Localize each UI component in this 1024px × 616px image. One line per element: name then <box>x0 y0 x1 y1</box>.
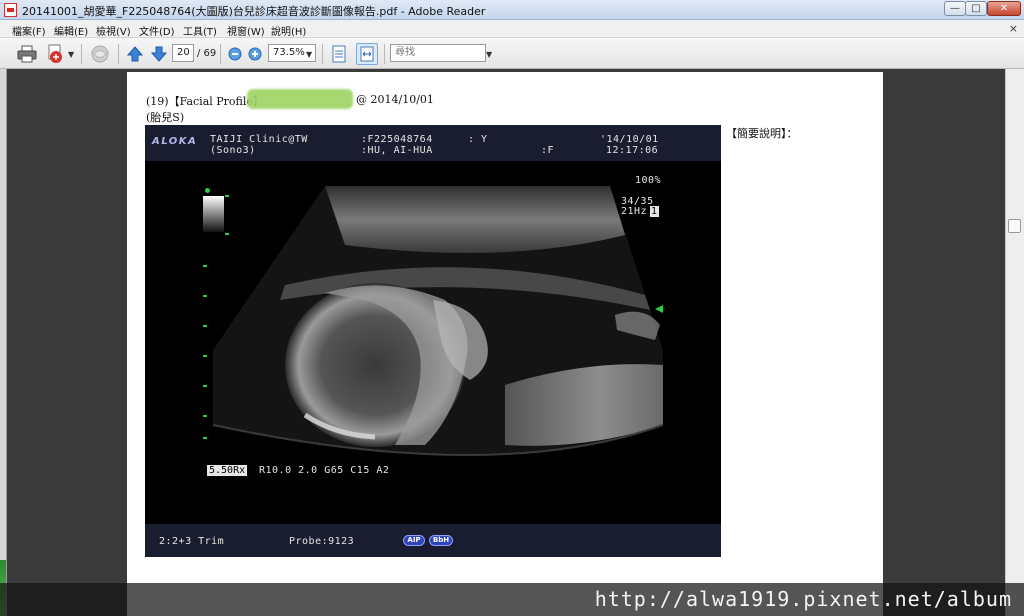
trim-setting: 2:2+3 Trim <box>159 536 225 547</box>
aip-badge: AIP <box>403 535 425 546</box>
title-bar: 20141001_胡愛華_F225048764(大圖版)台兒診床超音波診斷圖像報… <box>0 0 1024 20</box>
ultrasound-scan-sector <box>212 186 664 456</box>
menu-view[interactable]: 檢視(V) <box>96 23 131 38</box>
print-icon[interactable] <box>17 45 37 63</box>
search-dropdown-icon[interactable]: ▼ <box>486 50 492 59</box>
fit-width-icon <box>360 46 374 62</box>
toolbar-separator <box>322 44 323 64</box>
summary-label: 【簡要說明】： <box>726 127 798 140</box>
zoom-out-icon[interactable] <box>228 47 242 61</box>
menu-bar: 檔案(F) 編輯(E) 檢視(V) 文件(D) 工具(T) 視窗(W) 說明(H… <box>0 20 1024 38</box>
menu-window[interactable]: 視窗(W) <box>227 23 265 38</box>
search-input[interactable]: 尋找 <box>390 44 486 62</box>
toolbar-separator <box>220 44 221 64</box>
zoom-dropdown-icon[interactable]: ▼ <box>306 50 312 59</box>
bbh-badge: BbH <box>429 535 453 546</box>
create-pdf-icon[interactable] <box>46 44 66 64</box>
pdf-file-icon <box>4 3 17 17</box>
page-total: / 69 <box>197 48 217 59</box>
menu-document[interactable]: 文件(D) <box>139 23 175 38</box>
scale-tick <box>225 233 229 235</box>
scale-tick <box>203 437 207 439</box>
redacted-name <box>247 89 353 109</box>
focus-marker-icon <box>205 188 210 193</box>
previous-page-icon[interactable] <box>126 45 144 63</box>
orientation-marker-icon <box>655 305 663 313</box>
maximize-button[interactable]: □ <box>965 1 987 16</box>
page-number-input[interactable]: 20 <box>172 44 194 62</box>
fit-page-icon[interactable] <box>330 44 348 64</box>
scale-tick <box>203 415 207 417</box>
scale-tick <box>203 265 207 267</box>
scale-tick <box>203 355 207 357</box>
menu-edit[interactable]: 編輯(E) <box>54 23 88 38</box>
zoom-in-icon[interactable] <box>248 47 262 61</box>
create-pdf-dropdown-icon[interactable]: ▼ <box>68 50 74 59</box>
document-close-icon[interactable]: × <box>1009 22 1018 35</box>
menu-file[interactable]: 檔案(F) <box>12 23 46 38</box>
zoom-level-value: 73.5% <box>273 47 305 58</box>
close-button[interactable]: ✕ <box>987 1 1021 16</box>
watermark-bar: http://alwa1919.pixnet.net/album <box>0 583 1024 616</box>
menu-tools[interactable]: 工具(T) <box>183 23 217 38</box>
search-placeholder: 尋找 <box>395 47 415 58</box>
toolbar: ▼ 20 / 69 73.5% ▼ 尋找 ▼ <box>0 38 1024 69</box>
scrollbar-thumb[interactable] <box>1008 219 1021 233</box>
fit-width-button[interactable] <box>356 43 378 65</box>
menu-help[interactable]: 說明(H) <box>271 23 306 38</box>
scan-parameters: R10.0 2.0 G65 C15 A2 <box>259 465 390 476</box>
watermark-url: http://alwa1919.pixnet.net/album <box>594 587 1012 611</box>
toolbar-separator <box>384 44 385 64</box>
scale-tick <box>203 325 207 327</box>
toolbar-separator <box>118 44 119 64</box>
minimize-button[interactable]: — <box>944 1 966 16</box>
navigation-pane-edge[interactable] <box>0 69 7 616</box>
scale-tick <box>225 195 229 197</box>
gain-percent: 100% <box>635 175 662 186</box>
report-date: @ 2014/10/01 <box>356 93 434 106</box>
vertical-scrollbar[interactable] <box>1005 69 1024 616</box>
depth-value: 5.50Rx <box>207 465 248 476</box>
scale-tick <box>203 295 207 297</box>
window-title: 20141001_胡愛華_F225048764(大圖版)台兒診床超音波診斷圖像報… <box>22 5 486 18</box>
frame-rate: 21Hz <box>621 206 648 217</box>
ultrasound-image: ALOKA TAIJI Clinic@TW (Sono3) :F22504876… <box>145 125 721 557</box>
grayscale-bar <box>203 196 224 232</box>
collaborate-icon[interactable] <box>89 44 111 64</box>
frame-rate-index: 1 <box>650 206 659 217</box>
report-subheading: (胎兒S) <box>146 111 185 124</box>
scale-tick <box>203 385 207 387</box>
probe-id: Probe:9123 <box>289 536 355 547</box>
toolbar-separator <box>81 44 82 64</box>
next-page-icon[interactable] <box>150 45 168 63</box>
